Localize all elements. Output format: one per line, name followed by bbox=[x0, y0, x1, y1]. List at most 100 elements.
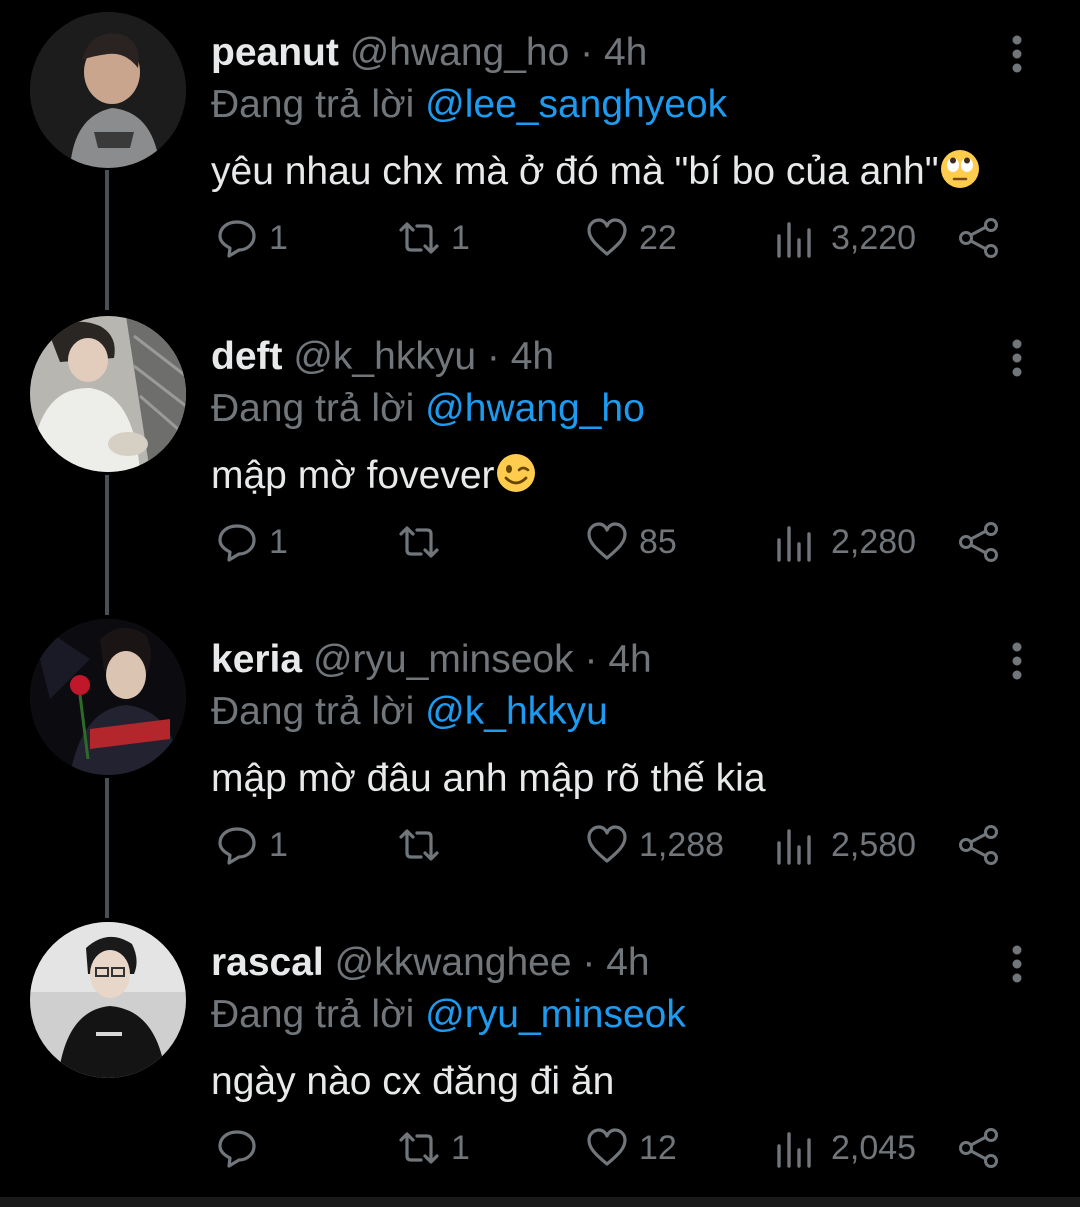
timestamp[interactable]: 4h bbox=[608, 638, 651, 681]
tweet-text-content: ngày nào cx đăng đi ăn bbox=[211, 1060, 615, 1103]
tweet[interactable]: keria @ryu_minseok · 4h Đang trả lời @k_… bbox=[0, 619, 1080, 922]
tweet-text-content: mập mờ fovever bbox=[211, 454, 495, 497]
replying-to: Đang trả lời @k_hkkyu bbox=[211, 689, 608, 735]
reply-count: 1 bbox=[269, 825, 288, 864]
display-name[interactable]: rascal bbox=[211, 941, 324, 984]
timestamp[interactable]: 4h bbox=[606, 941, 649, 984]
retweet-icon bbox=[399, 526, 439, 558]
avatar[interactable] bbox=[30, 922, 186, 1078]
replying-to: Đang trả lời @lee_sanghyeok bbox=[211, 82, 727, 128]
avatar[interactable] bbox=[30, 619, 186, 775]
separator: · bbox=[580, 31, 594, 74]
views-button[interactable]: 3,220 bbox=[773, 214, 916, 262]
reply-icon bbox=[218, 524, 256, 562]
views-count: 3,220 bbox=[831, 218, 917, 257]
reply-button[interactable]: 1 bbox=[215, 214, 288, 262]
timestamp[interactable]: 4h bbox=[511, 335, 554, 378]
replying-to: Đang trả lời @hwang_ho bbox=[211, 386, 645, 432]
winking-face-emoji bbox=[496, 454, 535, 492]
reply-count: 1 bbox=[269, 218, 288, 257]
avatar-image bbox=[30, 619, 186, 775]
retweet-count: 1 bbox=[451, 1128, 470, 1167]
more-options-button[interactable] bbox=[1004, 944, 1030, 984]
user-handle[interactable]: @k_hkkyu bbox=[293, 335, 476, 378]
views-count: 2,580 bbox=[831, 825, 917, 864]
more-vertical-icon bbox=[1012, 945, 1022, 983]
share-button[interactable] bbox=[957, 214, 1001, 262]
more-options-button[interactable] bbox=[1004, 338, 1030, 378]
views-button[interactable]: 2,580 bbox=[773, 821, 916, 869]
separator: · bbox=[486, 335, 500, 378]
tweet-header: peanut @hwang_ho · 4h bbox=[211, 30, 647, 76]
tweet-text: mập mờ đâu anh mập rõ thế kia bbox=[211, 755, 766, 803]
like-button[interactable]: 22 bbox=[585, 214, 677, 262]
views-count: 2,280 bbox=[831, 522, 917, 561]
views-icon bbox=[777, 222, 811, 258]
user-handle[interactable]: @kkwanghee bbox=[335, 941, 572, 984]
display-name[interactable]: keria bbox=[211, 638, 302, 681]
like-count: 85 bbox=[639, 522, 677, 561]
tweet[interactable]: peanut @hwang_ho · 4h Đang trả lời @lee_… bbox=[0, 12, 1080, 315]
replying-to-label: Đang trả lời bbox=[211, 993, 415, 1036]
more-vertical-icon bbox=[1012, 339, 1022, 377]
heart-icon bbox=[587, 218, 627, 256]
reply-button[interactable]: 1 bbox=[215, 821, 288, 869]
replying-to-label: Đang trả lời bbox=[211, 690, 415, 733]
tweet-text: yêu nhau chx mà ở đó mà "bí bo của anh" bbox=[211, 148, 981, 196]
like-button[interactable]: 12 bbox=[585, 1124, 677, 1172]
user-handle[interactable]: @hwang_ho bbox=[350, 31, 570, 74]
mention-link[interactable]: @lee_sanghyeok bbox=[425, 83, 727, 126]
views-button[interactable]: 2,280 bbox=[773, 518, 916, 566]
retweet-button[interactable] bbox=[397, 518, 451, 566]
retweet-button[interactable]: 1 bbox=[397, 214, 470, 262]
heart-icon bbox=[587, 825, 627, 863]
mention-link[interactable]: @hwang_ho bbox=[425, 387, 645, 430]
like-count: 22 bbox=[639, 218, 677, 257]
avatar-image bbox=[30, 12, 186, 168]
replying-to: Đang trả lời @ryu_minseok bbox=[211, 992, 686, 1038]
separator: · bbox=[584, 638, 598, 681]
share-button[interactable] bbox=[957, 518, 1001, 566]
retweet-icon bbox=[399, 1132, 439, 1164]
tweet-text: ngày nào cx đăng đi ăn bbox=[211, 1058, 614, 1106]
share-button[interactable] bbox=[957, 1124, 1001, 1172]
more-options-button[interactable] bbox=[1004, 641, 1030, 681]
views-icon bbox=[777, 1132, 811, 1168]
tweet[interactable]: deft @k_hkkyu · 4h Đang trả lời @hwang_h… bbox=[0, 316, 1080, 619]
reply-button[interactable] bbox=[215, 1124, 269, 1172]
display-name[interactable]: peanut bbox=[211, 31, 339, 74]
retweet-icon bbox=[399, 222, 439, 254]
more-vertical-icon bbox=[1012, 642, 1022, 680]
tweet-actions: 1 1 22 3,220 bbox=[211, 214, 1031, 262]
share-icon bbox=[959, 1128, 998, 1168]
share-icon bbox=[959, 218, 998, 258]
reply-button[interactable]: 1 bbox=[215, 518, 288, 566]
timestamp[interactable]: 4h bbox=[604, 31, 647, 74]
user-handle[interactable]: @ryu_minseok bbox=[313, 638, 574, 681]
more-vertical-icon bbox=[1012, 35, 1022, 73]
avatar[interactable] bbox=[30, 316, 186, 472]
display-name[interactable]: deft bbox=[211, 335, 283, 378]
tweet-actions: 1 1,288 2,580 bbox=[211, 821, 1031, 869]
like-count: 12 bbox=[639, 1128, 677, 1167]
mention-link[interactable]: @k_hkkyu bbox=[425, 690, 608, 733]
avatar[interactable] bbox=[30, 12, 186, 168]
reply-thread: peanut @hwang_ho · 4h Đang trả lời @lee_… bbox=[0, 0, 1080, 1207]
like-button[interactable]: 1,288 bbox=[585, 821, 724, 869]
share-button[interactable] bbox=[957, 821, 1001, 869]
share-icon bbox=[959, 825, 998, 865]
more-options-button[interactable] bbox=[1004, 34, 1030, 74]
views-button[interactable]: 2,045 bbox=[773, 1124, 916, 1172]
retweet-button[interactable]: 1 bbox=[397, 1124, 470, 1172]
reply-icon bbox=[218, 220, 256, 258]
mention-link[interactable]: @ryu_minseok bbox=[425, 993, 686, 1036]
like-count: 1,288 bbox=[639, 825, 725, 864]
tweet-actions: 1 85 2,280 bbox=[211, 518, 1031, 566]
views-count: 2,045 bbox=[831, 1128, 917, 1167]
tweet[interactable]: rascal @kkwanghee · 4h Đang trả lời @ryu… bbox=[0, 922, 1080, 1207]
retweet-button[interactable] bbox=[397, 821, 451, 869]
like-button[interactable]: 85 bbox=[585, 518, 677, 566]
views-icon bbox=[777, 829, 811, 865]
replying-to-label: Đang trả lời bbox=[211, 387, 415, 430]
tweet-text: mập mờ fovever bbox=[211, 452, 537, 500]
